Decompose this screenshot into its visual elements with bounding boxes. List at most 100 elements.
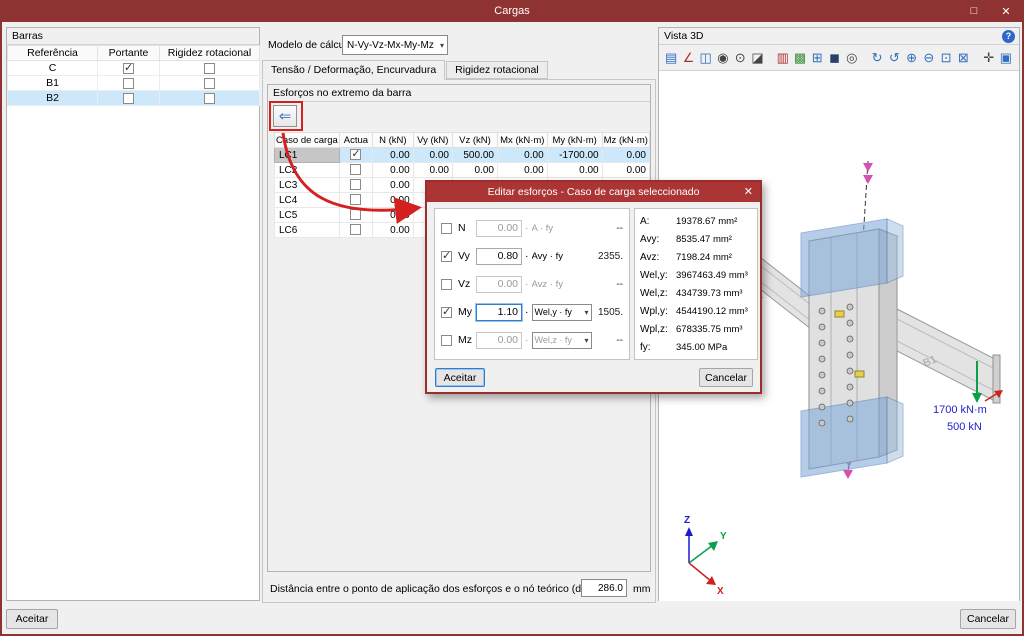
my-coef-input[interactable]: [476, 304, 522, 321]
vz-cell[interactable]: 500.00: [452, 148, 497, 163]
actua-checkbox[interactable]: [350, 179, 361, 190]
aceitar-button[interactable]: Aceitar: [435, 368, 485, 387]
window-titlebar[interactable]: Cargas □ ✕: [0, 0, 1024, 22]
close-icon[interactable]: ✕: [744, 182, 753, 202]
n-cell[interactable]: 0.00: [373, 193, 414, 208]
rigidez-cell[interactable]: [160, 76, 260, 91]
mx-cell[interactable]: 0.00: [497, 148, 547, 163]
mz-modulus-select[interactable]: Wel,z · fy ▾: [532, 332, 592, 349]
mx-cell[interactable]: 0.00: [497, 163, 547, 178]
n-cell[interactable]: 0.00: [373, 148, 414, 163]
help-icon[interactable]: ?: [1002, 30, 1015, 43]
table-row-selected[interactable]: B2: [8, 91, 260, 106]
tab-tensao-deformacao[interactable]: Tensão / Deformação, Encurvadura: [262, 60, 445, 80]
actua-cell[interactable]: [339, 193, 372, 208]
dialog-titlebar[interactable]: Editar esforços - Caso de carga seleccio…: [427, 182, 760, 202]
camera-icon[interactable]: ◉: [715, 48, 731, 68]
actua-cell[interactable]: [339, 208, 372, 223]
ref-cell[interactable]: B1: [8, 76, 98, 91]
actua-checkbox[interactable]: [350, 194, 361, 205]
vy-coef-input[interactable]: [476, 248, 522, 265]
mz-checkbox[interactable]: [441, 335, 452, 346]
aceitar-button[interactable]: Aceitar: [6, 609, 58, 629]
n-checkbox[interactable]: [441, 223, 452, 234]
actua-cell[interactable]: [339, 148, 372, 163]
eye-icon[interactable]: ⊙: [732, 48, 748, 68]
rigidez-checkbox[interactable]: [204, 78, 215, 89]
portante-checkbox[interactable]: [123, 78, 134, 89]
image-icon[interactable]: ▩: [792, 48, 808, 68]
beam-b1[interactable]: [897, 309, 1000, 403]
modelo-calculo-select[interactable]: N-Vy-Vz-Mx-My-Mz ▾: [342, 35, 448, 55]
rigidez-cell[interactable]: [160, 61, 260, 76]
zoom-fit-icon[interactable]: ⊠: [955, 48, 971, 68]
n-cell[interactable]: 0.00: [373, 208, 414, 223]
close-icon[interactable]: ✕: [990, 0, 1022, 22]
distancia-input[interactable]: [581, 579, 627, 597]
solid-view-icon[interactable]: ◼: [826, 48, 842, 68]
copy-view-icon[interactable]: ◫: [698, 48, 714, 68]
lc-cell[interactable]: LC3: [275, 178, 340, 193]
zoom-out-icon[interactable]: ⊖: [921, 48, 937, 68]
rigidez-checkbox[interactable]: [204, 93, 215, 104]
portante-cell[interactable]: [98, 91, 160, 106]
actua-cell[interactable]: [339, 223, 372, 238]
portante-cell[interactable]: [98, 61, 160, 76]
actua-cell[interactable]: [339, 178, 372, 193]
vy-cell[interactable]: 0.00: [413, 163, 452, 178]
mz-coef-input[interactable]: [476, 332, 522, 349]
lc-cell[interactable]: LC4: [275, 193, 340, 208]
vz-checkbox[interactable]: [441, 279, 452, 290]
table-row-selected[interactable]: LC1 0.00 0.00 500.00 0.00 -1700.00 0.00: [275, 148, 650, 163]
table-row[interactable]: LC2 0.00 0.00 0.00 0.00 0.00 0.00: [275, 163, 650, 178]
mz-cell[interactable]: 0.00: [602, 148, 649, 163]
orbit-icon[interactable]: ↻: [869, 48, 885, 68]
transparency-icon[interactable]: ◎: [844, 48, 860, 68]
mz-cell[interactable]: 0.00: [602, 163, 649, 178]
n-cell[interactable]: 0.00: [373, 223, 414, 238]
vy-checkbox[interactable]: [441, 251, 452, 262]
portante-cell[interactable]: [98, 76, 160, 91]
sheet-icon[interactable]: ▤: [663, 48, 679, 68]
my-cell[interactable]: -1700.00: [547, 148, 602, 163]
vz-cell[interactable]: 0.00: [452, 163, 497, 178]
n-cell[interactable]: 0.00: [373, 178, 414, 193]
actua-checkbox[interactable]: [350, 209, 361, 220]
vz-coef-input[interactable]: [476, 276, 522, 293]
ref-cell[interactable]: C: [8, 61, 98, 76]
pan-icon[interactable]: ✛: [981, 48, 997, 68]
actua-cell[interactable]: [339, 163, 372, 178]
lc-cell[interactable]: LC1: [275, 148, 340, 163]
table-row[interactable]: C: [8, 61, 260, 76]
portante-checkbox[interactable]: [123, 93, 134, 104]
table-row[interactable]: B1: [8, 76, 260, 91]
zoom-window-icon[interactable]: ⊡: [938, 48, 954, 68]
vy-cell[interactable]: 0.00: [413, 148, 452, 163]
cancelar-button[interactable]: Cancelar: [699, 368, 753, 387]
cancelar-button[interactable]: Cancelar: [960, 609, 1016, 629]
lc-cell[interactable]: LC5: [275, 208, 340, 223]
my-modulus-select[interactable]: Wel,y · fy ▾: [532, 304, 592, 321]
rigidez-checkbox[interactable]: [204, 63, 215, 74]
ref-cell[interactable]: B2: [8, 91, 98, 106]
tab-rigidez-rotacional[interactable]: Rigidez rotacional: [446, 61, 547, 79]
lc-cell[interactable]: LC6: [275, 223, 340, 238]
lc-cell[interactable]: LC2: [275, 163, 340, 178]
section-icon[interactable]: ◪: [749, 48, 765, 68]
actua-checkbox[interactable]: [350, 149, 361, 160]
grid-icon[interactable]: ⊞: [809, 48, 825, 68]
report-icon[interactable]: ▥: [775, 48, 791, 68]
axes-icon[interactable]: ∠: [680, 48, 696, 68]
orbit-left-icon[interactable]: ↺: [886, 48, 902, 68]
my-checkbox[interactable]: [441, 307, 452, 318]
n-coef-input[interactable]: [476, 220, 522, 237]
end-plate-bottom[interactable]: [801, 397, 903, 477]
actua-checkbox[interactable]: [350, 164, 361, 175]
portante-checkbox[interactable]: [123, 63, 134, 74]
zoom-in-icon[interactable]: ⊕: [903, 48, 919, 68]
actua-checkbox[interactable]: [350, 224, 361, 235]
my-cell[interactable]: 0.00: [547, 163, 602, 178]
n-cell[interactable]: 0.00: [373, 163, 414, 178]
maximize-icon[interactable]: □: [958, 0, 990, 22]
frame-icon[interactable]: ▣: [998, 48, 1014, 68]
